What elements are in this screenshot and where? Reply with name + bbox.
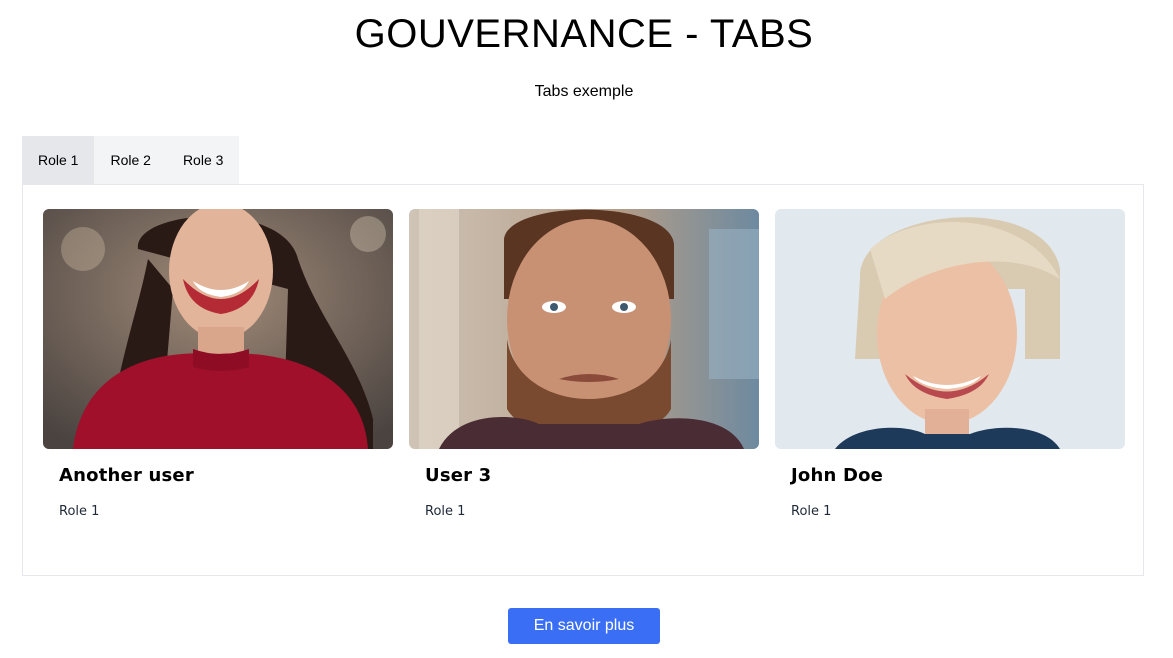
member-photo — [775, 209, 1125, 449]
page-title: GOUVERNANCE - TABS — [354, 12, 814, 56]
member-photo — [409, 209, 759, 449]
member-role: Role 1 — [59, 504, 100, 519]
member-card: Another user Role 1 — [43, 209, 393, 519]
tab-role-2[interactable]: Role 2 — [94, 136, 166, 184]
member-name: User 3 — [425, 465, 492, 486]
member-name: John Doe — [791, 465, 884, 486]
page-subtitle: Tabs exemple — [534, 83, 634, 100]
tab-panel-role-1: Another user Role 1 User 3 Role 1 John D… — [22, 184, 1144, 576]
role-tabs: Role 1 Role 2 Role 3 — [22, 136, 240, 184]
learn-more-button[interactable]: En savoir plus — [508, 608, 660, 644]
tab-role-1[interactable]: Role 1 — [22, 136, 95, 184]
member-name: Another user — [59, 465, 194, 486]
member-role: Role 1 — [791, 504, 832, 519]
member-role: Role 1 — [425, 504, 466, 519]
member-card: John Doe Role 1 — [775, 209, 1125, 519]
member-photo — [43, 209, 393, 449]
tab-role-3[interactable]: Role 3 — [167, 136, 239, 184]
member-card: User 3 Role 1 — [409, 209, 759, 519]
